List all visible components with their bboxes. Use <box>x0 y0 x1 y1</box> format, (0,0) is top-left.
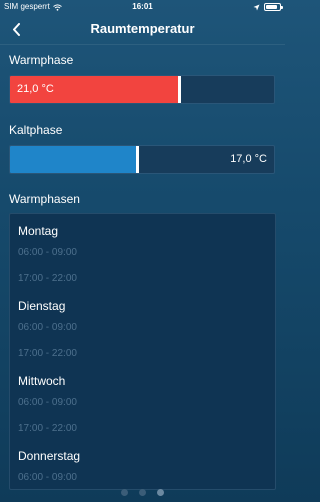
battery-icon <box>264 3 283 11</box>
warm-phase-handle[interactable] <box>178 76 181 103</box>
time-slot[interactable]: 17:00 - 22:00 <box>18 341 77 367</box>
day-wednesday: Mittwoch 06:00 - 09:00 17:00 - 22:00 <box>18 372 77 442</box>
cold-phase-handle[interactable] <box>136 146 139 173</box>
time-slot[interactable]: 06:00 - 09:00 <box>18 465 80 489</box>
day-name: Donnerstag <box>18 449 81 463</box>
time-slot[interactable]: 06:00 - 09:00 <box>18 240 77 266</box>
day-tuesday: Dienstag 06:00 - 09:00 17:00 - 22:00 <box>18 297 77 367</box>
time-slot[interactable]: 06:00 - 09:00 <box>18 390 77 416</box>
battery-level <box>266 5 277 9</box>
page-title: Raumtemperatur <box>90 21 195 36</box>
nav-divider <box>0 44 285 45</box>
time-slot[interactable]: 17:00 - 22:00 <box>18 416 77 442</box>
location-icon <box>253 4 260 10</box>
page-dot[interactable] <box>157 489 164 496</box>
navigation-bar: Raumtemperatur <box>0 14 285 44</box>
day-thursday: Donnerstag 06:00 - 09:00 <box>18 447 81 489</box>
warm-phase-value: 21,0 °C <box>17 83 54 95</box>
cold-phase-label: Kaltphase <box>9 123 63 137</box>
day-monday: Montag 06:00 - 09:00 17:00 - 22:00 <box>18 222 77 292</box>
status-bar: SIM gesperrt 16:01 <box>0 0 285 14</box>
cold-phase-value: 17,0 °C <box>230 153 267 165</box>
page-indicator <box>0 489 285 496</box>
day-name: Montag <box>18 224 59 238</box>
cold-phase-slider[interactable]: 17,0 °C <box>9 145 275 174</box>
cold-phase-fill <box>10 146 137 173</box>
day-name: Dienstag <box>18 299 66 313</box>
time-slot[interactable]: 17:00 - 22:00 <box>18 266 77 292</box>
status-time: 16:01 <box>132 2 153 11</box>
page-dot[interactable] <box>121 489 128 496</box>
schedule-heading: Warmphasen <box>9 192 80 206</box>
schedule-list[interactable]: Montag 06:00 - 09:00 17:00 - 22:00 Diens… <box>9 213 276 490</box>
status-right <box>253 3 283 11</box>
time-slot[interactable]: 06:00 - 09:00 <box>18 315 77 341</box>
page-dot[interactable] <box>139 489 146 496</box>
day-name: Mittwoch <box>18 374 66 388</box>
warm-phase-slider[interactable]: 21,0 °C <box>9 75 275 104</box>
warm-phase-label: Warmphase <box>9 53 74 67</box>
